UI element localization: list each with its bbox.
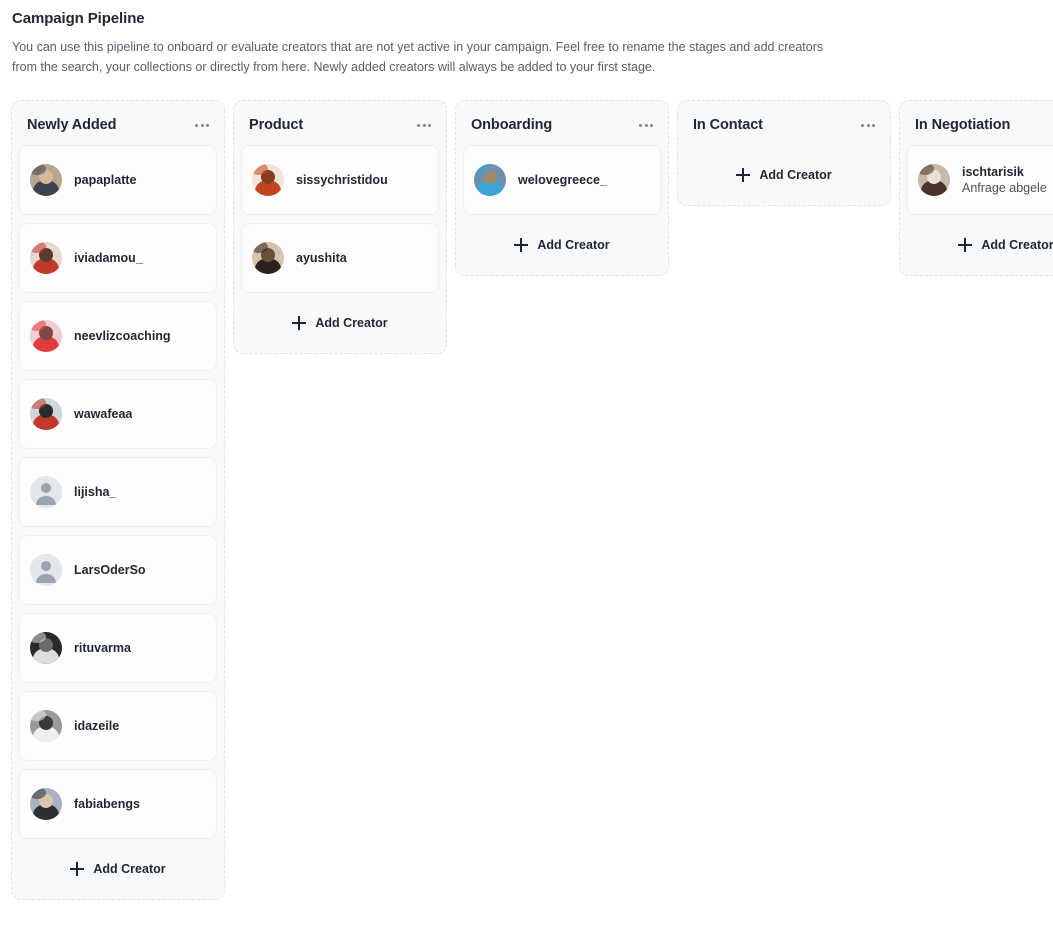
page-header: Campaign Pipeline You can use this pipel…: [0, 0, 1053, 77]
creator-name: neevlizcoaching: [74, 329, 171, 343]
avatar: [30, 632, 62, 664]
creator-card-text: ischtarisik Anfrage abgele: [962, 164, 1047, 197]
avatar: [918, 164, 950, 196]
column-title: Onboarding: [471, 117, 553, 133]
page-title: Campaign Pipeline: [12, 10, 145, 27]
column-header: In Negotiation: [907, 109, 1053, 145]
page-description: You can use this pipeline to onboard or …: [12, 40, 824, 74]
creator-card[interactable]: papaplatte: [19, 145, 217, 215]
add-creator-label: Add Creator: [759, 168, 832, 182]
creator-status-note: Anfrage abgele: [962, 180, 1047, 195]
campaign-pipeline-page: Campaign Pipeline You can use this pipel…: [0, 0, 1053, 928]
avatar: [30, 242, 62, 274]
column-title: In Negotiation: [915, 117, 1011, 133]
creator-card-text: fabiabengs: [74, 796, 140, 812]
pipeline-column-onboarding[interactable]: Onboarding welovegreece_ Add Creator: [455, 100, 669, 276]
creator-card[interactable]: wawafeaa: [19, 379, 217, 449]
creator-card-text: iviadamou_: [74, 250, 143, 266]
column-title: In Contact: [693, 117, 763, 133]
creator-name: idazeile: [74, 719, 120, 733]
pipeline-column-product[interactable]: Product sissychristidou ayushita Add Creato…: [233, 100, 447, 354]
add-creator-button[interactable]: Add Creator: [19, 847, 217, 891]
creator-card[interactable]: ayushita: [241, 223, 439, 293]
pipeline-column-in-contact[interactable]: In Contact Add Creator: [677, 100, 891, 206]
avatar: [30, 164, 62, 196]
creator-card[interactable]: neevlizcoaching: [19, 301, 217, 371]
avatar: [252, 164, 284, 196]
add-creator-label: Add Creator: [315, 316, 388, 330]
add-creator-button[interactable]: Add Creator: [463, 223, 661, 267]
plus-icon: [70, 862, 85, 876]
creator-card-text: neevlizcoaching: [74, 328, 171, 344]
avatar: [30, 398, 62, 430]
avatar: [30, 710, 62, 742]
pipeline-column-in-negotiation[interactable]: In Negotiation ischtarisik Anfrage abgele A…: [899, 100, 1053, 276]
creator-card[interactable]: rituvarma: [19, 613, 217, 683]
add-creator-label: Add Creator: [537, 238, 610, 252]
add-creator-button[interactable]: Add Creator: [241, 301, 439, 345]
creator-card-text: rituvarma: [74, 640, 131, 656]
column-header: Onboarding: [463, 109, 661, 145]
creator-card[interactable]: ischtarisik Anfrage abgele: [907, 145, 1053, 215]
creator-card-text: papaplatte: [74, 172, 137, 188]
creator-name: rituvarma: [74, 641, 131, 655]
column-title: Newly Added: [27, 117, 117, 133]
column-header: Newly Added: [19, 109, 217, 145]
column-menu-kebab-icon[interactable]: [417, 122, 431, 129]
avatar: [30, 788, 62, 820]
creator-card[interactable]: lijisha_: [19, 457, 217, 527]
creator-card-list: welovegreece_: [463, 145, 661, 215]
plus-icon: [736, 168, 751, 182]
creator-card[interactable]: fabiabengs: [19, 769, 217, 839]
avatar-placeholder-icon: [30, 554, 62, 586]
plus-icon: [292, 316, 307, 330]
creator-card-text: idazeile: [74, 718, 119, 734]
creator-card[interactable]: LarsOderSo: [19, 535, 217, 605]
column-title: Product: [249, 117, 304, 133]
pipeline-board: Newly Added papaplatte iviadamou_ neevlizco…: [11, 100, 1053, 900]
avatar: [252, 242, 284, 274]
creator-name: fabiabengs: [74, 797, 140, 811]
creator-name: LarsOderSo: [74, 563, 146, 577]
creator-name: iviadamou_: [74, 251, 143, 265]
creator-name: lijisha_: [74, 485, 117, 499]
creator-card[interactable]: idazeile: [19, 691, 217, 761]
creator-card[interactable]: iviadamou_: [19, 223, 217, 293]
creator-card-text: LarsOderSo: [74, 562, 146, 578]
column-menu-kebab-icon[interactable]: [639, 122, 653, 129]
add-creator-label: Add Creator: [981, 238, 1053, 252]
add-creator-label: Add Creator: [93, 862, 166, 876]
creator-card[interactable]: welovegreece_: [463, 145, 661, 215]
creator-card-text: wawafeaa: [74, 406, 132, 422]
add-creator-button[interactable]: Add Creator: [685, 153, 883, 197]
creator-name: ischtarisik: [962, 164, 1024, 179]
plus-icon: [514, 238, 529, 252]
creator-card-list: ischtarisik Anfrage abgele: [907, 145, 1053, 215]
creator-card-text: ayushita: [296, 250, 347, 266]
column-header: Product: [241, 109, 439, 145]
creator-name: sissychristidou: [296, 173, 388, 187]
creator-card-text: lijisha_: [74, 484, 116, 500]
creator-name: papaplatte: [74, 173, 137, 187]
column-header: In Contact: [685, 109, 883, 145]
creator-card-list: sissychristidou ayushita: [241, 145, 439, 293]
avatar: [30, 320, 62, 352]
creator-name: wawafeaa: [74, 407, 133, 421]
column-menu-kebab-icon[interactable]: [195, 122, 209, 129]
avatar-placeholder-icon: [30, 476, 62, 508]
add-creator-button[interactable]: Add Creator: [907, 223, 1053, 267]
creator-card-text: sissychristidou: [296, 172, 388, 188]
creator-name: welovegreece_: [518, 173, 607, 187]
avatar: [474, 164, 506, 196]
pipeline-column-newly-added[interactable]: Newly Added papaplatte iviadamou_ neevlizco…: [11, 100, 225, 900]
creator-name: ayushita: [296, 251, 347, 265]
creator-card-text: welovegreece_: [518, 172, 607, 188]
plus-icon: [958, 238, 973, 252]
creator-card[interactable]: sissychristidou: [241, 145, 439, 215]
column-menu-kebab-icon[interactable]: [861, 122, 875, 129]
creator-card-list: papaplatte iviadamou_ neevlizcoaching wawaf…: [19, 145, 217, 839]
